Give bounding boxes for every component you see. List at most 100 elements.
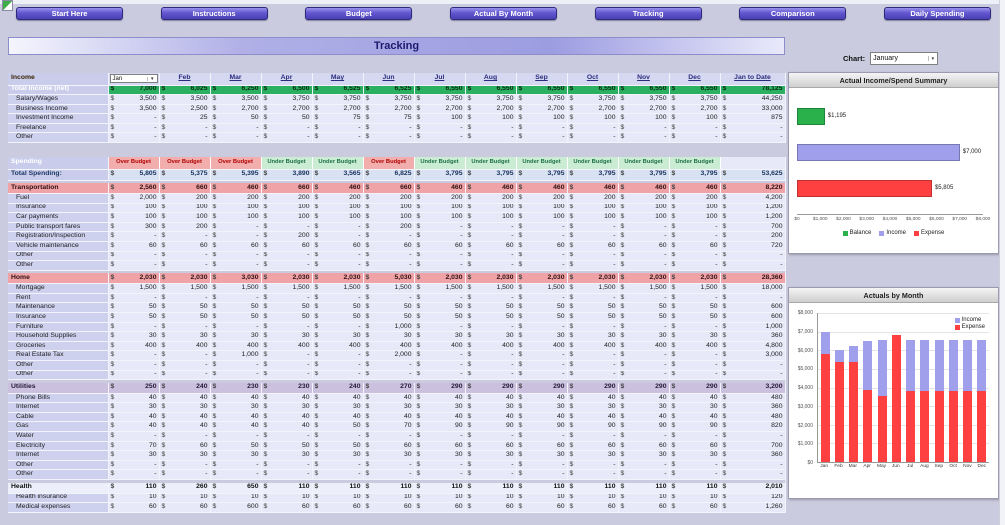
spending-cell[interactable]: $ - bbox=[516, 350, 568, 361]
income-cell[interactable]: $2,700 bbox=[414, 104, 466, 115]
spending-cell[interactable]: $200 bbox=[618, 193, 670, 204]
spending-row-label[interactable]: Mortgage bbox=[8, 283, 109, 294]
spending-cell[interactable]: $40 bbox=[618, 393, 670, 404]
category-total-cell[interactable]: $290 bbox=[567, 382, 619, 394]
spending-cell[interactable]: $ - bbox=[414, 360, 466, 371]
income-cell[interactable]: $50 bbox=[210, 113, 262, 124]
spending-cell[interactable]: $ - bbox=[363, 260, 415, 271]
spending-cell[interactable]: $ - bbox=[108, 360, 160, 371]
spending-cell[interactable]: $60 bbox=[567, 441, 619, 452]
spending-cell[interactable]: $40 bbox=[669, 412, 721, 423]
spending-cell[interactable]: $1,000 bbox=[363, 322, 415, 333]
spending-cell[interactable]: $30 bbox=[465, 402, 517, 413]
spending-cell[interactable]: $ - bbox=[261, 260, 313, 271]
spending-cell[interactable]: $ - bbox=[567, 231, 619, 242]
spending-cell[interactable]: $ - bbox=[108, 370, 160, 381]
spending-cell[interactable]: $820 bbox=[720, 421, 786, 433]
spending-cell[interactable]: $90 bbox=[669, 421, 721, 433]
spending-section-header[interactable]: Spending bbox=[8, 157, 109, 170]
spending-cell[interactable]: $ - bbox=[618, 431, 670, 442]
spending-cell[interactable]: $30 bbox=[567, 450, 619, 461]
income-cell[interactable]: $ - bbox=[159, 132, 211, 144]
spending-cell[interactable]: $60 bbox=[312, 241, 364, 252]
nav-button-budget[interactable]: Budget bbox=[305, 6, 413, 20]
total-income-label[interactable]: Total Income (net) bbox=[8, 85, 109, 96]
spending-cell[interactable]: $50 bbox=[414, 302, 466, 314]
spending-total-cell[interactable]: $3,795 bbox=[465, 169, 517, 181]
spending-cell[interactable]: $ - bbox=[618, 460, 670, 471]
category-total-cell[interactable]: $460 bbox=[618, 183, 670, 194]
month-header-aug[interactable]: Aug bbox=[465, 73, 517, 86]
spending-cell[interactable]: $30 bbox=[312, 402, 364, 413]
spending-cell[interactable]: $40 bbox=[108, 421, 160, 433]
category-header[interactable]: Home bbox=[8, 273, 109, 285]
spending-cell[interactable]: $50 bbox=[363, 302, 415, 314]
month-header-feb[interactable]: Feb bbox=[159, 73, 211, 86]
spending-cell[interactable]: $30 bbox=[669, 331, 721, 342]
spending-cell[interactable]: $40 bbox=[159, 421, 211, 433]
nav-button-start-here[interactable]: Start Here bbox=[16, 6, 123, 20]
spending-cell[interactable]: $50 bbox=[312, 441, 364, 452]
income-cell[interactable]: $2,700 bbox=[465, 104, 517, 115]
spending-row-label[interactable]: Other bbox=[8, 360, 109, 371]
income-total-cell[interactable]: $6,550 bbox=[414, 85, 466, 96]
spending-cell[interactable]: $ - bbox=[618, 469, 670, 481]
category-total-cell[interactable]: $2,030 bbox=[312, 273, 364, 285]
spending-cell[interactable]: $ - bbox=[108, 469, 160, 481]
spending-cell[interactable]: $1,200 bbox=[720, 203, 786, 214]
spending-cell[interactable]: $10 bbox=[567, 493, 619, 504]
spending-cell[interactable]: $ - bbox=[210, 322, 262, 333]
spending-cell[interactable]: $60 bbox=[261, 241, 313, 252]
month-header-sep[interactable]: Sep bbox=[516, 73, 568, 86]
spending-cell[interactable]: $40 bbox=[261, 412, 313, 423]
spending-cell[interactable]: $200 bbox=[312, 193, 364, 204]
spending-cell[interactable]: $ - bbox=[465, 231, 517, 242]
spending-cell[interactable]: $200 bbox=[465, 193, 517, 204]
spending-cell[interactable]: $60 bbox=[465, 441, 517, 452]
total-spending-label[interactable]: Total Spending: bbox=[8, 169, 109, 181]
spending-cell[interactable]: $30 bbox=[363, 402, 415, 413]
spending-cell[interactable]: $ - bbox=[618, 360, 670, 371]
spending-cell[interactable]: $ - bbox=[261, 251, 313, 262]
spending-cell[interactable]: $30 bbox=[159, 331, 211, 342]
spending-cell[interactable]: $4,200 bbox=[720, 193, 786, 204]
budget-status-cell[interactable]: Under Budget bbox=[312, 157, 364, 170]
spending-cell[interactable]: $400 bbox=[108, 341, 160, 352]
income-total-cell[interactable]: $6,500 bbox=[261, 85, 313, 96]
spending-cell[interactable]: $60 bbox=[669, 441, 721, 452]
income-cell[interactable]: $ - bbox=[108, 123, 160, 134]
month-header-jun[interactable]: Jun bbox=[363, 73, 415, 86]
spending-cell[interactable]: $ - bbox=[261, 350, 313, 361]
spending-cell[interactable]: $300 bbox=[108, 222, 160, 233]
spending-cell[interactable]: $ - bbox=[210, 222, 262, 233]
income-total-cell[interactable]: $6,525 bbox=[363, 85, 415, 96]
spending-cell[interactable]: $60 bbox=[108, 502, 160, 513]
spending-row-label[interactable]: Phone Bills bbox=[8, 393, 109, 404]
category-total-cell[interactable]: $2,030 bbox=[567, 273, 619, 285]
spending-cell[interactable]: $60 bbox=[618, 241, 670, 252]
spending-cell[interactable]: $60 bbox=[465, 241, 517, 252]
income-cell[interactable]: $3,750 bbox=[618, 94, 670, 105]
category-total-cell[interactable]: $2,030 bbox=[159, 273, 211, 285]
spending-cell[interactable]: $30 bbox=[414, 450, 466, 461]
spending-cell[interactable]: $50 bbox=[108, 312, 160, 323]
income-cell[interactable]: $3,500 bbox=[159, 94, 211, 105]
spending-cell[interactable]: $ - bbox=[159, 260, 211, 271]
spending-cell[interactable]: $ - bbox=[669, 231, 721, 242]
spending-cell[interactable]: $400 bbox=[414, 341, 466, 352]
spending-cell[interactable]: $200 bbox=[363, 193, 415, 204]
spending-cell[interactable]: $ - bbox=[720, 431, 786, 442]
spending-total-cell[interactable]: $5,395 bbox=[210, 169, 262, 181]
spending-row-label[interactable]: Rent bbox=[8, 293, 109, 304]
spending-cell[interactable]: $50 bbox=[261, 302, 313, 314]
spending-cell[interactable]: $ - bbox=[516, 251, 568, 262]
spending-cell[interactable]: $1,500 bbox=[363, 283, 415, 294]
spending-cell[interactable]: $ - bbox=[363, 360, 415, 371]
income-row-label[interactable]: Freelance bbox=[8, 123, 109, 134]
spending-cell[interactable]: $480 bbox=[720, 393, 786, 404]
spending-cell[interactable]: $10 bbox=[210, 493, 262, 504]
spending-cell[interactable]: $ - bbox=[669, 370, 721, 381]
spending-cell[interactable]: $600 bbox=[720, 302, 786, 314]
spending-cell[interactable]: $30 bbox=[261, 450, 313, 461]
category-total-cell[interactable]: $2,030 bbox=[516, 273, 568, 285]
